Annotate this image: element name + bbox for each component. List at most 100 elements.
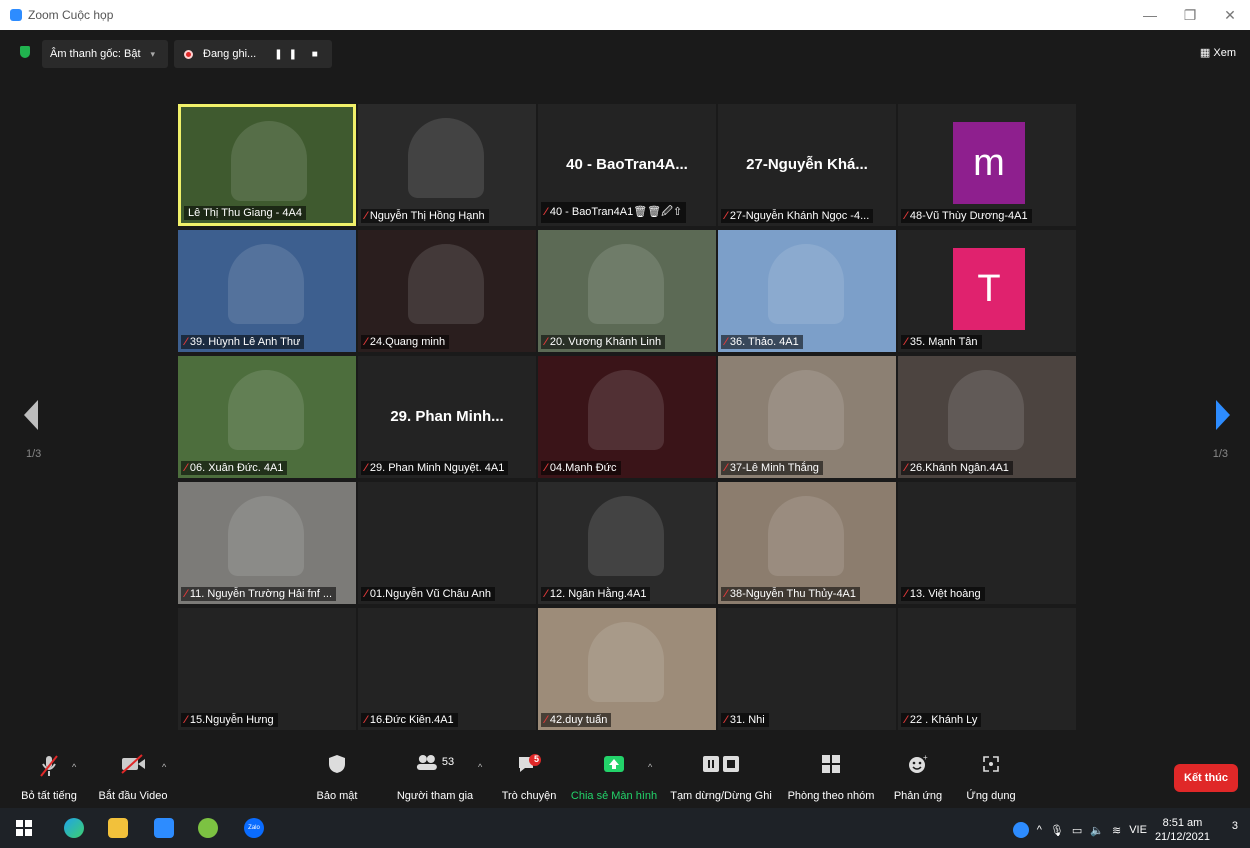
participant-name: 39. Hùynh Lê Anh Thư (189, 336, 301, 348)
original-audio-toggle[interactable]: Âm thanh gốc: Bật ▾ (42, 40, 168, 68)
minimize-button[interactable]: — (1130, 0, 1170, 30)
participant-name: 13. Việt hoàng (909, 588, 981, 600)
participant-name: 29. Phan Minh Nguyệt. 4A1 (369, 462, 505, 474)
start-video-button[interactable]: Bắt đầu Video (96, 748, 170, 808)
app-icon[interactable] (198, 818, 218, 838)
window-title: Zoom Cuộc họp (28, 8, 114, 22)
participant-display-name: 27-Nguyễn Khá... (746, 156, 868, 173)
participant-tile[interactable]: 27-Nguyễn Khá... ⁄ 27-Nguyễn Khánh Ngọc -4… (718, 104, 896, 226)
participant-name-label: ⁄ 24.Quang minh (361, 335, 450, 349)
share-options-chevron-icon[interactable]: ^ (648, 762, 652, 772)
participant-tile[interactable]: 40 - BaoTran4A... ⁄ 40 - BaoTran4A1🗑🗑🖉⇧ (538, 104, 716, 226)
recording-controls[interactable]: ❚❚ ■ (274, 49, 324, 60)
file-explorer-icon[interactable] (108, 818, 128, 838)
breakout-rooms-label: Phòng theo nhóm (787, 790, 875, 802)
previous-page-arrow-icon[interactable] (24, 400, 38, 430)
participant-name: 31. Nhi (729, 714, 765, 726)
zalo-icon[interactable]: Zalo (244, 818, 264, 838)
participant-name: 35. Mạnh Tân (909, 336, 978, 348)
participant-tile[interactable]: ⁄ 13. Việt hoàng (898, 482, 1076, 604)
view-button[interactable]: ▦ Xem (1200, 46, 1236, 59)
participant-tile[interactable]: ⁄ 16.Đức Kiên.4A1 (358, 608, 536, 730)
wifi-icon[interactable]: ≋ (1112, 824, 1121, 837)
breakout-rooms-button[interactable]: Phòng theo nhóm (784, 748, 878, 808)
participants-options-chevron-icon[interactable]: ^ (478, 762, 482, 772)
battery-icon[interactable]: ▭ (1072, 824, 1082, 837)
reactions-button[interactable]: + Phản ứng (888, 748, 948, 808)
clock[interactable]: 8:51 am 21/12/2021 (1155, 816, 1210, 844)
microphone-muted-icon: ⁄ (185, 714, 187, 726)
security-shield-icon[interactable] (20, 46, 30, 58)
participant-tile[interactable]: ⁄ 20. Vương Khánh Linh (538, 230, 716, 352)
participant-tile[interactable]: ⁄ 39. Hùynh Lê Anh Thư (178, 230, 356, 352)
participant-tile[interactable]: Lê Thị Thu Giang - 4A4 (178, 104, 356, 226)
windows-start-icon[interactable] (14, 818, 34, 838)
participant-name-label: ⁄ 29. Phan Minh Nguyệt. 4A1 (361, 461, 509, 475)
participant-video (768, 370, 844, 450)
pause-stop-recording-button[interactable]: Tạm dừng/Dừng Ghi (667, 748, 775, 808)
participant-tile[interactable]: m ⁄ 48-Vũ Thùy Dương-4A1 (898, 104, 1076, 226)
next-page-arrow-icon[interactable] (1216, 400, 1230, 430)
participant-name: 48-Vũ Thùy Dương-4A1 (909, 210, 1028, 222)
participant-video (228, 496, 304, 576)
participant-tile[interactable]: ⁄ 01.Nguyễn Vũ Châu Anh (358, 482, 536, 604)
notification-count[interactable]: 3 (1232, 820, 1238, 832)
participant-name-label: ⁄ 36. Thảo. 4A1 (721, 335, 803, 349)
participant-tile[interactable]: ⁄ 06. Xuân Đức. 4A1 (178, 356, 356, 478)
participant-tile[interactable]: ⁄ 22 . Khánh Ly (898, 608, 1076, 730)
language-indicator[interactable]: VIE (1129, 824, 1147, 836)
participant-name-label: ⁄ 16.Đức Kiên.4A1 (361, 713, 458, 727)
participant-tile[interactable]: 29. Phan Minh... ⁄ 29. Phan Minh Nguyệt. 4… (358, 356, 536, 478)
end-meeting-button[interactable]: Kết thúc (1174, 764, 1238, 792)
participant-tile[interactable]: ⁄ 11. Nguyễn Trường Hải fnf ... (178, 482, 356, 604)
chevron-up-icon[interactable]: ^ (1037, 824, 1042, 836)
share-screen-button[interactable]: Chia sẻ Màn hình (570, 748, 658, 808)
security-button[interactable]: Bảo mật (305, 748, 369, 808)
microphone-muted-icon: ⁄ (545, 588, 547, 600)
start-video-label: Bắt đầu Video (98, 790, 168, 802)
participant-tile[interactable]: ⁄ 36. Thảo. 4A1 (718, 230, 896, 352)
participant-name: 01.Nguyễn Vũ Châu Anh (369, 588, 491, 600)
participant-name: 24.Quang minh (369, 336, 446, 348)
apps-button[interactable]: Ứng dụng (958, 748, 1024, 808)
video-options-chevron-icon[interactable]: ^ (162, 762, 166, 772)
participant-tile[interactable]: ⁄ 04.Mạnh Đức (538, 356, 716, 478)
microphone-muted-icon: ⁄ (905, 336, 907, 348)
participant-tile[interactable]: ⁄ 26.Khánh Ngân.4A1 (898, 356, 1076, 478)
mute-options-chevron-icon[interactable]: ^ (72, 762, 76, 772)
participants-icon-group: 53 (416, 754, 454, 770)
help-icon[interactable] (1012, 822, 1029, 838)
participant-tile[interactable]: ⁄ 31. Nhi (718, 608, 896, 730)
participant-tile[interactable]: ⁄ Nguyễn Thị Hồng Hạnh (358, 104, 536, 226)
participant-name: 42.duy tuấn (549, 714, 608, 726)
people-icon (416, 755, 437, 770)
participant-name: 38-Nguyễn Thu Thủy-4A1 (729, 588, 857, 600)
mute-all-button[interactable]: Bỏ tất tiếng (18, 748, 80, 808)
participant-tile[interactable]: ⁄ 38-Nguyễn Thu Thủy-4A1 (718, 482, 896, 604)
page-indicator-left: 1/3 (26, 448, 42, 460)
participants-button[interactable]: 53 Người tham gia (390, 748, 480, 808)
participant-tile[interactable]: ⁄ 12. Ngân Hằng.4A1 (538, 482, 716, 604)
edge-browser-icon[interactable] (64, 818, 84, 838)
zoom-logo-icon (10, 9, 22, 21)
participant-tile[interactable]: T ⁄ 35. Mạnh Tân (898, 230, 1076, 352)
participant-tile[interactable]: ⁄ 15.Nguyễn Hưng (178, 608, 356, 730)
participant-name-label: Lê Thị Thu Giang - 4A4 (184, 206, 306, 220)
chat-badge: 5 (534, 754, 540, 764)
microphone-muted-icon: ⁄ (725, 336, 727, 348)
zoom-app-icon[interactable] (154, 818, 174, 838)
participant-tile[interactable]: ⁄ 24.Quang minh (358, 230, 536, 352)
participant-name-label: ⁄ 42.duy tuấn (541, 713, 612, 727)
close-button[interactable]: ✕ (1210, 0, 1250, 30)
restore-button[interactable]: ❐ (1170, 0, 1210, 30)
pause-stop-recording-label: Tạm dừng/Dừng Ghi (670, 790, 772, 802)
microphone-muted-icon: ⁄ (905, 462, 907, 474)
chat-button[interactable]: 5 Trò chuyện (497, 748, 561, 808)
participant-video (228, 370, 304, 450)
speaker-icon[interactable]: 🔈 (1090, 824, 1104, 837)
participant-tile[interactable]: ⁄ 42.duy tuấn (538, 608, 716, 730)
participant-tile[interactable]: ⁄ 37-Lê Minh Thắng (718, 356, 896, 478)
chevron-down-icon[interactable]: ▾ (151, 49, 156, 60)
view-label: Xem (1213, 47, 1236, 59)
microphone-icon[interactable]: 🎙 (1050, 824, 1064, 837)
